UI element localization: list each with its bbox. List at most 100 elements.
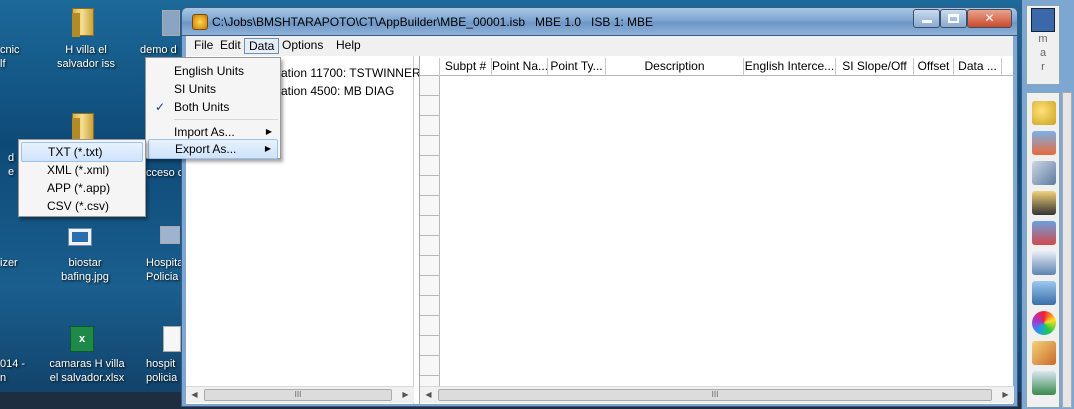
desktop-icon-label[interactable]: biostar bafing.jpg [48,256,122,284]
column-header-si-slope[interactable]: SI Slope/Off [836,58,914,76]
folder-icon[interactable] [72,8,94,37]
calculator-icon[interactable] [1031,8,1055,32]
folder-icon[interactable] [72,113,94,142]
row-header[interactable] [420,356,440,376]
menu-item-label: XML (*.xml) [47,163,110,177]
points-grid[interactable]: Subpt # Point Na... Point Ty... Descript… [419,56,1014,404]
menu-item-export-csv[interactable]: CSV (*.csv) [21,196,143,216]
menu-item-label: Import As... [174,125,235,139]
menu-item-english-units[interactable]: English Units [148,61,278,81]
desktop-icon-label[interactable]: cnic lf [0,43,40,71]
palette-icon[interactable] [1032,341,1056,365]
row-header[interactable] [420,256,440,276]
menu-item-both-units[interactable]: ✓ Both Units [148,97,278,117]
menu-item-label: SI Units [174,82,217,96]
maximize-icon [948,14,959,23]
scroll-right-arrow-icon[interactable]: ▶ [397,387,414,403]
row-header[interactable] [420,316,440,336]
file-icon[interactable] [160,226,180,244]
scroll-left-arrow-icon[interactable]: ◀ [186,387,203,403]
menu-file[interactable]: File [190,38,217,54]
row-header[interactable] [420,156,440,176]
toolbar-scrollbar[interactable] [1062,92,1072,408]
export-submenu: TXT (*.txt) XML (*.xml) APP (*.app) CSV … [18,139,146,217]
scroll-grip: III [711,390,719,399]
scroll-left-arrow-icon[interactable]: ◀ [420,387,437,403]
tree-horizontal-scrollbar[interactable]: ◀ III ▶ [186,386,414,403]
tree-item-location-11700[interactable]: cation 11700: TSTWINNER [275,66,421,80]
desktop-icon-label[interactable]: Hospital Policia [146,256,186,284]
points-icon[interactable] [1032,281,1056,305]
column-header-data[interactable]: Data ... [954,58,1002,76]
menu-item-export-xml[interactable]: XML (*.xml) [21,160,143,180]
menu-item-label: English Units [174,64,245,78]
maximize-button[interactable] [940,9,967,28]
desktop-icon-label[interactable]: camaras H villa el salvador.xlsx [42,357,132,385]
minimize-icon [921,20,932,23]
image-file-icon[interactable] [68,228,92,246]
desktop-icon-label[interactable]: demo d [140,43,180,57]
menu-item-si-units[interactable]: SI Units [148,79,278,99]
color-wheel-icon[interactable] [1032,311,1056,335]
close-button[interactable]: ✕ [967,9,1012,28]
row-header[interactable] [420,116,440,136]
download-icon[interactable] [1032,371,1056,395]
menu-bar: File Edit Data Options Help [186,36,1013,56]
checkmark-icon: ✓ [155,100,166,114]
desktop-icon-label[interactable]: 014 - n [0,357,40,385]
desktop-icon-label[interactable]: hospit policia [146,357,182,385]
submenu-arrow-icon: ▶ [264,144,271,153]
key-icon[interactable] [1032,101,1056,125]
desktop-icon-label[interactable]: H villa el salvador iss [46,43,126,71]
column-header-english-intercept[interactable]: English Interce... [744,58,836,76]
minimize-button[interactable] [913,9,940,28]
column-header-subpt[interactable]: Subpt # [440,58,492,76]
scroll-right-arrow-icon[interactable]: ▶ [997,387,1014,403]
desktop-icon-label[interactable]: cceso c [146,166,183,180]
app-icon[interactable] [192,14,208,30]
grid-header: Subpt # Point Na... Point Ty... Descript… [420,58,1014,76]
column-header-point-name[interactable]: Point Na... [492,58,548,76]
alarm-icon[interactable] [1032,131,1056,155]
tree-item-location-4500[interactable]: cation 4500: MB DIAG [275,84,394,98]
report-icon[interactable] [1032,251,1056,275]
row-header[interactable] [420,216,440,236]
menu-item-export-as[interactable]: Export As... ▶ [148,139,278,159]
desktop-icon-label[interactable]: izer [0,256,30,270]
window-title: C:\Jobs\BMSHTARAPOTO\CT\AppBuilder\MBE_0… [212,15,654,29]
row-header[interactable] [420,136,440,156]
column-header-point-type[interactable]: Point Ty... [548,58,606,76]
row-header[interactable] [420,76,440,96]
client-area: cation 11700: TSTWINNER cation 4500: MB … [186,56,1014,404]
data-menu: English Units SI Units ✓ Both Units Impo… [145,57,281,159]
row-header[interactable] [420,276,440,296]
menu-item-export-app[interactable]: APP (*.app) [21,178,143,198]
menu-help[interactable]: Help [332,38,365,54]
scroll-thumb[interactable]: III [204,389,392,401]
scroll-thumb[interactable]: III [438,389,992,401]
wrench-icon[interactable] [1032,161,1056,185]
schedule-icon[interactable] [1032,191,1056,215]
network-icon[interactable] [1032,221,1056,245]
row-header[interactable] [420,176,440,196]
menu-item-label: APP (*.app) [47,181,111,195]
menu-edit[interactable]: Edit [216,38,245,54]
row-header[interactable] [420,236,440,256]
grid-horizontal-scrollbar[interactable]: ◀ III ▶ [420,386,1014,403]
excel-file-icon[interactable]: x [70,326,94,352]
grid-corner [420,58,440,76]
column-header-offset[interactable]: Offset [914,58,954,76]
menu-options[interactable]: Options [278,38,327,54]
menu-item-export-txt[interactable]: TXT (*.txt) [21,142,143,162]
row-headers [420,76,440,396]
column-header-description[interactable]: Description [606,58,744,76]
row-header[interactable] [420,336,440,356]
row-header[interactable] [420,96,440,116]
image-file-icon[interactable] [162,10,180,36]
row-header[interactable] [420,196,440,216]
title-bar[interactable]: C:\Jobs\BMSHTARAPOTO\CT\AppBuilder\MBE_0… [181,7,1018,35]
menu-data[interactable]: Data [244,38,280,54]
menu-item-label: TXT (*.txt) [48,145,103,159]
file-icon[interactable] [163,326,181,352]
row-header[interactable] [420,296,440,316]
